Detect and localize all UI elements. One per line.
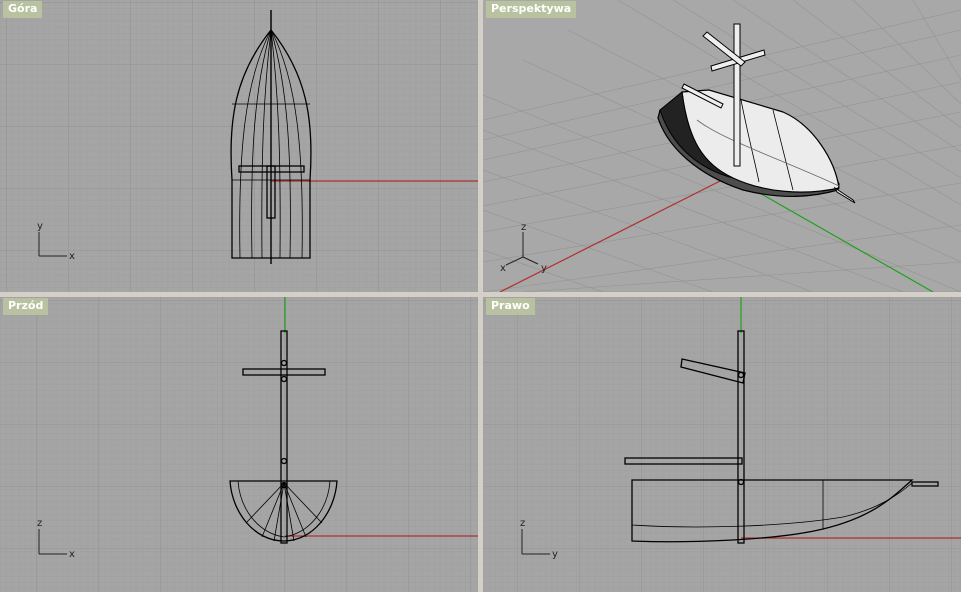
viewport-right[interactable]: y z Prawo (483, 297, 961, 592)
viewport-perspective-canvas[interactable]: x y z (483, 0, 961, 292)
axis-label-y: y (541, 263, 547, 274)
viewport-title-front[interactable]: Przód (3, 298, 49, 315)
viewport-front[interactable]: x z Przód (0, 297, 478, 592)
axis-label-y: y (37, 221, 43, 232)
viewport-top[interactable]: x y Góra (0, 0, 478, 292)
axis-label-x: x (500, 263, 506, 274)
viewport-title-top[interactable]: Góra (3, 1, 43, 18)
axis-label-z: z (37, 518, 42, 529)
viewport-title-perspective[interactable]: Perspektywa (486, 1, 577, 18)
axis-label-y: y (552, 549, 558, 560)
viewport-right-canvas[interactable]: y z (483, 297, 961, 592)
axis-label-x: x (69, 251, 75, 262)
axis-label-z: z (521, 222, 526, 233)
viewport-front-canvas[interactable]: x z (0, 297, 478, 592)
viewport-top-canvas[interactable]: x y (0, 0, 478, 292)
axis-label-z: z (520, 518, 525, 529)
axis-label-x: x (69, 549, 75, 560)
viewport-title-right[interactable]: Prawo (486, 298, 535, 315)
viewport-perspective[interactable]: x y z Perspektywa (483, 0, 961, 292)
